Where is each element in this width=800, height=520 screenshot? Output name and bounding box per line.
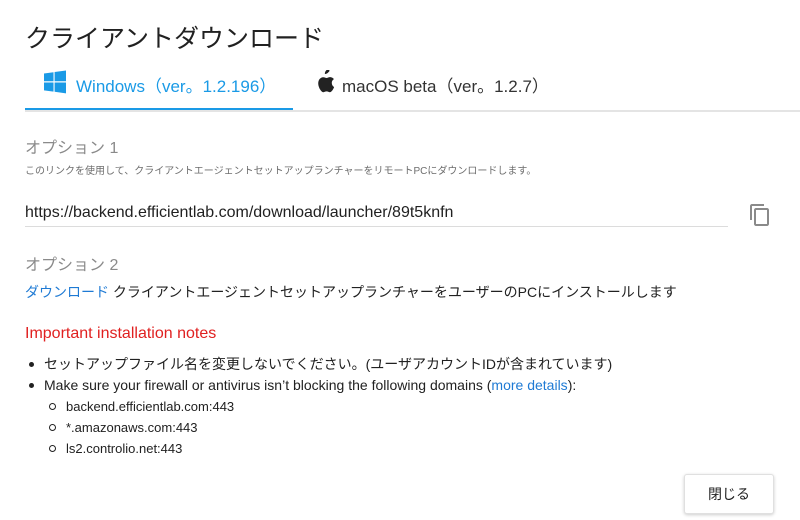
domain-item: *.amazonaws.com:443 [26, 417, 612, 438]
option1-description: このリンクを使用して、クライアントエージェントセットアップランチャーをリモートP… [25, 166, 537, 177]
close-button[interactable]: 閉じる [684, 474, 774, 514]
option2-text: クライアントエージェントセットアップランチャーをユーザーのPCにインストールしま… [109, 284, 677, 300]
notes-title: Important installation notes [25, 325, 217, 342]
tab-macos-label: macOS beta（ver。1.2.7） [342, 76, 549, 96]
download-url-field[interactable]: https://backend.efficientlab.com/downloa… [25, 200, 728, 227]
option1-title: オプション 1 [25, 140, 119, 157]
tab-macos[interactable]: macOS beta（ver。1.2.7） [315, 60, 575, 108]
download-link[interactable]: ダウンロード [25, 284, 109, 300]
notes-list: セットアップファイル名を変更しないでください。(ユーザアカウントIDが含まれてい… [26, 354, 612, 459]
more-details-link[interactable]: more details [491, 377, 567, 393]
download-url[interactable]: https://backend.efficientlab.com/downloa… [25, 204, 453, 221]
note-item: Make sure your firewall or antivirus isn… [26, 375, 612, 396]
note-text: Make sure your firewall or antivirus isn… [44, 377, 492, 393]
platform-tabs: Windows（ver。1.2.196） macOS beta（ver。1.2.… [25, 60, 800, 112]
tab-windows-label: Windows（ver。1.2.196） [76, 76, 277, 96]
copy-icon[interactable] [749, 203, 771, 227]
domain-item: backend.efficientlab.com:443 [26, 396, 612, 417]
note-text: ): [567, 377, 577, 393]
option2-line: ダウンロード クライアントエージェントセットアップランチャーをユーザーのPCにイ… [25, 282, 677, 302]
dialog-title: クライアントダウンロード [25, 25, 325, 53]
tab-windows[interactable]: Windows（ver。1.2.196） [25, 60, 293, 110]
domain-item: ls2.controlio.net:443 [26, 438, 612, 459]
windows-icon [43, 70, 67, 99]
apple-icon [315, 69, 335, 99]
note-item: セットアップファイル名を変更しないでください。(ユーザアカウントIDが含まれてい… [26, 354, 612, 375]
option2-title: オプション 2 [25, 257, 119, 274]
